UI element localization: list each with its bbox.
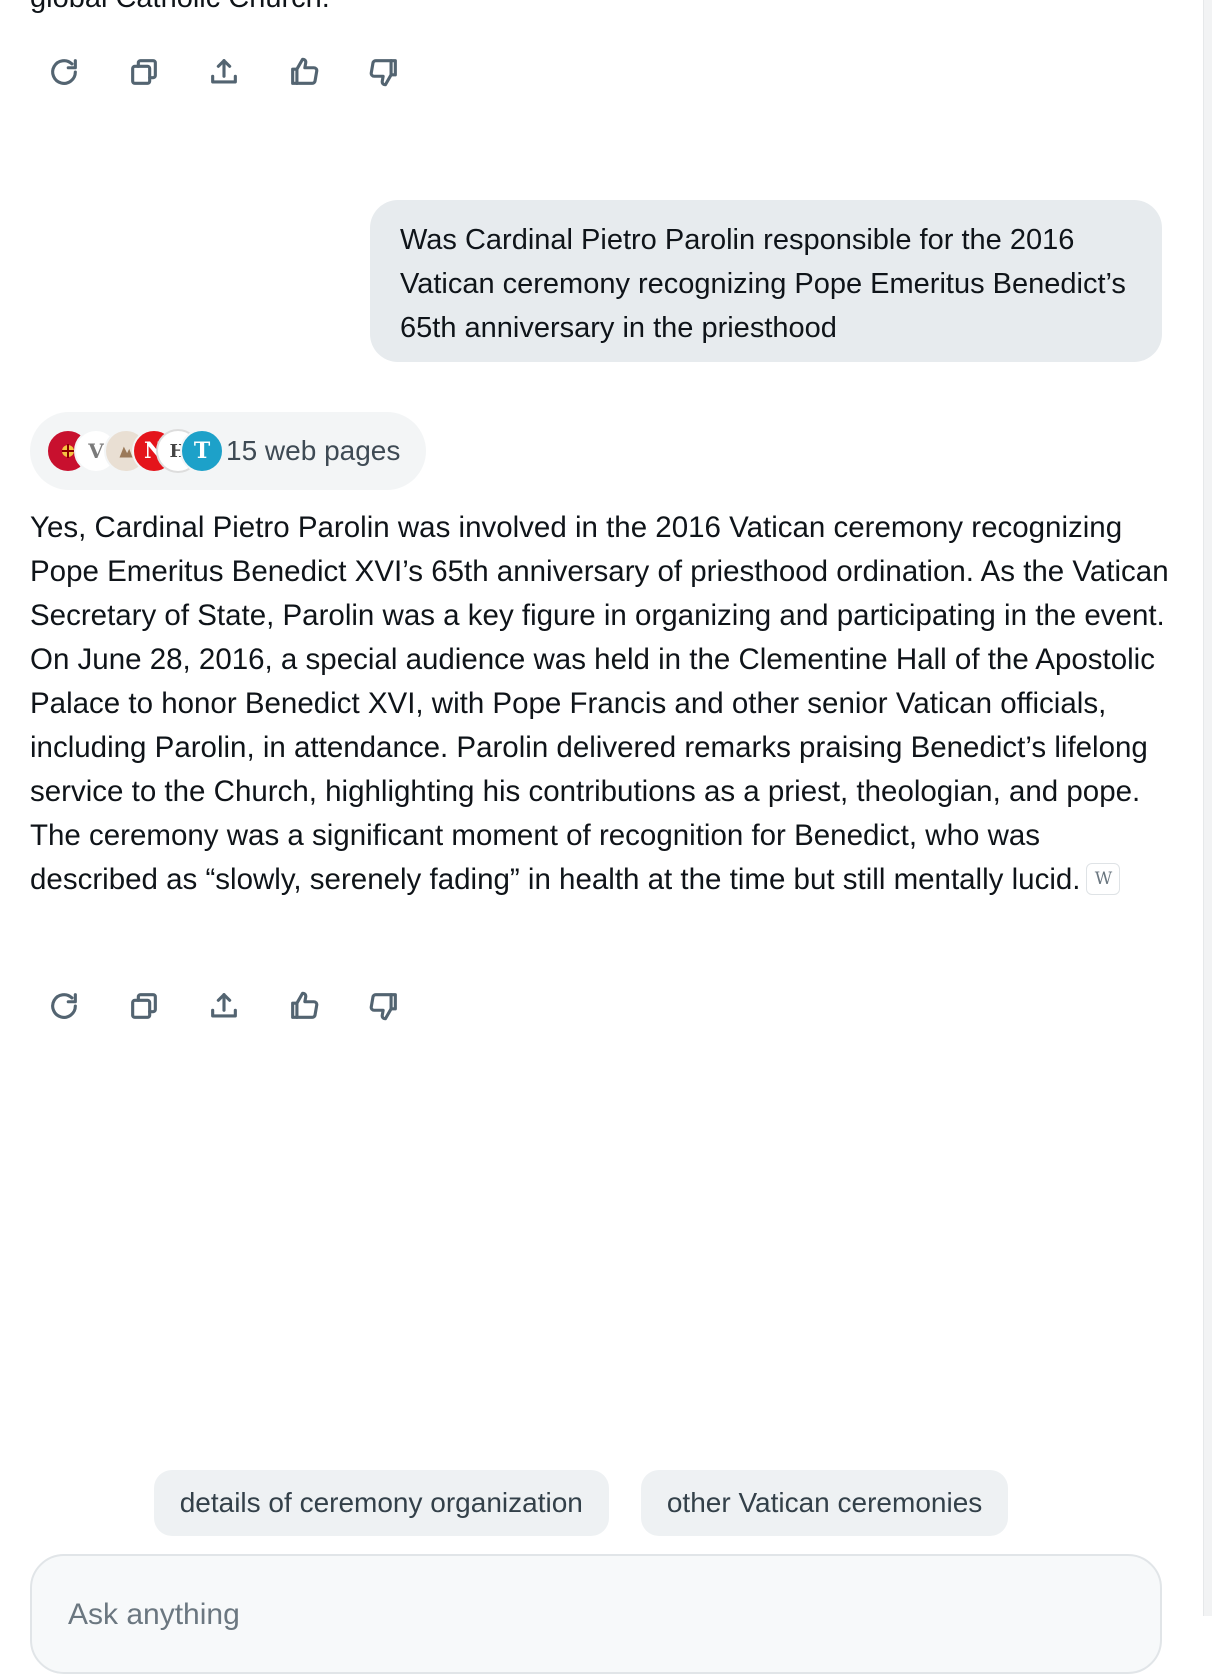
- like-button[interactable]: [280, 48, 328, 96]
- share-button[interactable]: [200, 48, 248, 96]
- thumbs-down-icon: [369, 59, 397, 87]
- source-favicon-t-icon: T: [180, 429, 224, 473]
- regenerate-button[interactable]: [40, 48, 88, 96]
- response-actions-top: [40, 48, 408, 96]
- copy-button[interactable]: [120, 48, 168, 96]
- copy-icon: [131, 59, 157, 85]
- copy-button[interactable]: [120, 982, 168, 1030]
- scrollbar[interactable]: [1203, 0, 1212, 1616]
- copy-icon: [131, 993, 157, 1019]
- suggestion-chip[interactable]: other Vatican ceremonies: [640, 1470, 1009, 1536]
- source-favicons: V N H T: [46, 428, 224, 474]
- share-icon: [211, 59, 237, 84]
- thumbs-down-icon: [369, 993, 397, 1021]
- citation-badge[interactable]: W: [1086, 863, 1121, 896]
- assistant-answer-text: Yes, Cardinal Pietro Parolin was involve…: [30, 511, 1169, 896]
- suggestion-chip[interactable]: details of ceremony organization: [153, 1470, 609, 1536]
- sources-count-label: 15 web pages: [226, 435, 401, 466]
- user-message-text: Was Cardinal Pietro Parolin responsible …: [400, 224, 1126, 344]
- regenerate-icon: [51, 59, 77, 85]
- share-button[interactable]: [200, 982, 248, 1030]
- composer: [30, 1554, 1162, 1674]
- sources-button[interactable]: V N H T 15 web pages: [30, 412, 426, 490]
- suggestion-chips: details of ceremony organization other V…: [0, 1470, 1212, 1536]
- ask-input[interactable]: [66, 1594, 970, 1636]
- share-icon: [211, 993, 237, 1018]
- user-message-bubble: Was Cardinal Pietro Parolin responsible …: [370, 200, 1162, 362]
- thumbs-up-icon: [291, 57, 319, 85]
- response-actions: [40, 982, 408, 1030]
- dislike-button[interactable]: [360, 48, 408, 96]
- thumbs-up-icon: [291, 991, 319, 1019]
- like-button[interactable]: [280, 982, 328, 1030]
- regenerate-button[interactable]: [40, 982, 88, 1030]
- dislike-button[interactable]: [360, 982, 408, 1030]
- regenerate-icon: [51, 993, 77, 1019]
- previous-answer-tail: global Catholic Church.: [30, 0, 330, 14]
- assistant-answer: Yes, Cardinal Pietro Parolin was involve…: [30, 506, 1172, 902]
